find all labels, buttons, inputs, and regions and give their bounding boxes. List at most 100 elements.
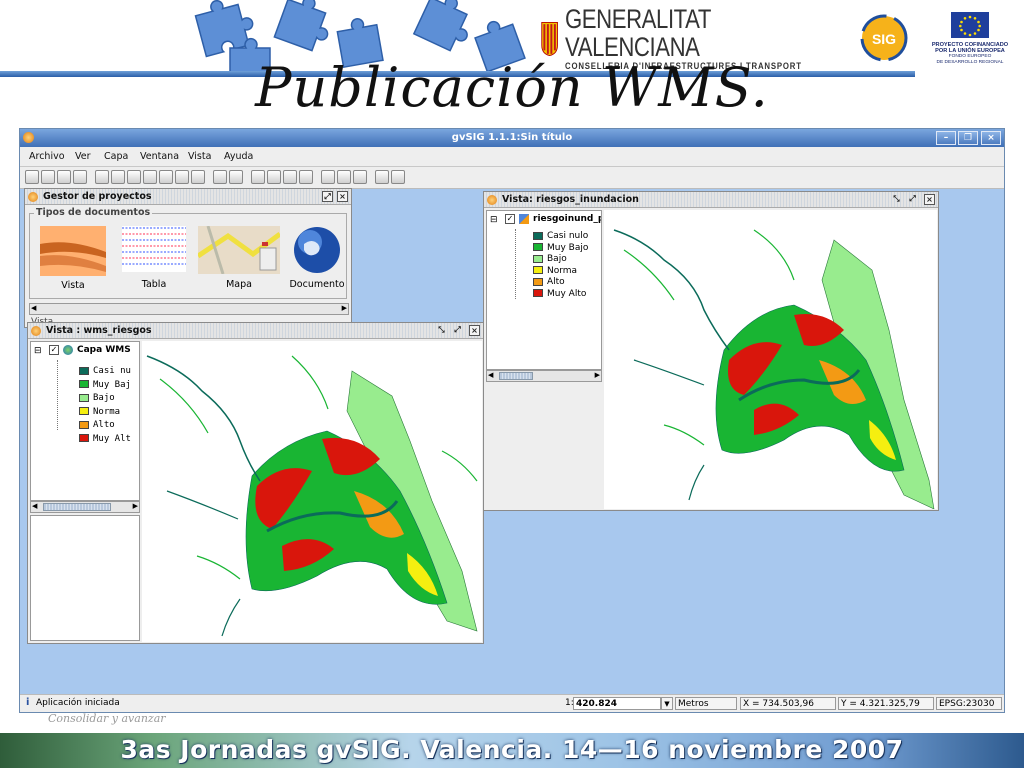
- view-icon: [487, 195, 497, 205]
- info-icon[interactable]: [251, 170, 265, 184]
- close-button[interactable]: ×: [924, 194, 935, 205]
- legend-item: Alto: [533, 277, 565, 288]
- menu-vista[interactable]: Vista: [188, 151, 211, 162]
- view-wms-toc: ⊟ ✓ Capa WMS Casi nu Muy Baj Bajo Norma Alto…: [30, 341, 140, 501]
- legend-swatch: [533, 243, 543, 251]
- close-button[interactable]: ×: [981, 131, 1001, 145]
- map-canvas-inund[interactable]: [604, 210, 937, 509]
- close-button[interactable]: ×: [337, 191, 348, 202]
- layer-name[interactable]: riesgoinund_p: [533, 214, 601, 224]
- new-icon[interactable]: [25, 170, 39, 184]
- app-titlebar[interactable]: gvSIG 1.1.1:Sin título – ❐ ×: [20, 129, 1004, 147]
- scroll-left-icon[interactable]: ◀: [31, 304, 36, 312]
- minimize-button[interactable]: –: [936, 131, 956, 145]
- polygon-icon[interactable]: [353, 170, 367, 184]
- info-icon: i: [26, 697, 30, 708]
- doc-type-label: Tabla: [141, 279, 167, 290]
- legend-label: Muy Alt: [93, 433, 131, 444]
- view-wms-titlebar[interactable]: Vista : wms_riesgos ⤡ ⤢ ×: [28, 323, 483, 339]
- map-canvas-wms[interactable]: [142, 341, 482, 642]
- scroll-right-icon[interactable]: ▶: [595, 371, 600, 379]
- legend-item: Muy Alt: [79, 434, 131, 445]
- menu-archivo[interactable]: Archivo: [29, 151, 65, 162]
- scroll-right-icon[interactable]: ▶: [342, 304, 347, 312]
- menu-ventana[interactable]: Ventana: [140, 151, 179, 162]
- generalitat-name: GENERALITAT VALENCIANA: [565, 4, 711, 62]
- layer-add-icon[interactable]: [73, 170, 87, 184]
- legend-item: Norma: [533, 266, 577, 277]
- doc-type-label: Vista: [61, 280, 85, 291]
- zoom-full-icon[interactable]: [159, 170, 173, 184]
- x-coordinate: X = 734.503,96: [740, 697, 836, 710]
- legend-item: Muy Baj: [79, 380, 131, 391]
- zoom-select-icon[interactable]: [175, 170, 189, 184]
- legend-swatch: [79, 420, 89, 429]
- menu-ayuda[interactable]: Ayuda: [224, 151, 253, 162]
- gvsig-logo-text: SIG: [872, 31, 896, 47]
- layers2-icon[interactable]: [229, 170, 243, 184]
- statusbar: i Aplicación iniciada 1: 420.824 ▼ Metro…: [20, 694, 1004, 712]
- toc-scrollbar[interactable]: ◀ ▶: [30, 501, 140, 513]
- doc-type-tabla[interactable]: Tabla: [122, 226, 186, 290]
- layers-icon[interactable]: [143, 170, 157, 184]
- eu-flag-icon: [951, 12, 989, 38]
- tools-icon[interactable]: [391, 170, 405, 184]
- walk-icon[interactable]: [299, 170, 313, 184]
- vista-icon: [40, 226, 106, 276]
- minimize-button[interactable]: ⤡: [891, 194, 902, 205]
- close-button[interactable]: ×: [469, 325, 480, 336]
- legend: Casi nu Muy Baj Bajo Norma Alto Muy Alt: [79, 366, 139, 450]
- menubar: Archivo Ver Capa Ventana Vista Ayuda: [20, 147, 1004, 167]
- maximize-button[interactable]: ❐: [958, 131, 978, 145]
- minimize-button[interactable]: ⤡: [436, 325, 447, 336]
- legend-item: Bajo: [533, 254, 567, 265]
- view-wms-locator: [30, 515, 140, 641]
- zoom-prev-icon[interactable]: [127, 170, 141, 184]
- expand-icon[interactable]: ⊟: [34, 346, 42, 356]
- legend-item: Muy Alto: [533, 289, 586, 300]
- eraser-icon[interactable]: [191, 170, 205, 184]
- toolbar: [20, 167, 1004, 189]
- view-wms-riesgos-window: Vista : wms_riesgos ⤡ ⤢ × ⊟ ✓ Capa WMS C…: [27, 322, 484, 644]
- doc-type-vista[interactable]: Vista: [40, 226, 106, 291]
- layer-visibility-checkbox[interactable]: ✓: [49, 345, 59, 355]
- maximize-button[interactable]: ⤢: [907, 194, 918, 205]
- gray-icon[interactable]: [337, 170, 351, 184]
- menu-capa[interactable]: Capa: [104, 151, 128, 162]
- gvsig-logo: SIG: [860, 14, 908, 62]
- open-icon[interactable]: [41, 170, 55, 184]
- legend-label: Alto: [93, 420, 115, 430]
- view-icon: [31, 326, 41, 336]
- grid-icon[interactable]: [375, 170, 389, 184]
- toc-scrollbar[interactable]: ◀ ▶: [486, 370, 602, 382]
- scroll-thumb[interactable]: [43, 503, 111, 511]
- scroll-left-icon[interactable]: ◀: [488, 371, 493, 379]
- scale-input[interactable]: 420.824: [573, 697, 661, 710]
- doc-type-mapa[interactable]: Mapa: [196, 225, 282, 290]
- legend-item: Muy Bajo: [533, 243, 588, 254]
- legend-label: Muy Bajo: [547, 242, 589, 253]
- layer-name[interactable]: Capa WMS: [77, 345, 131, 355]
- gvsig-app-window: gvSIG 1.1.1:Sin título – ❐ × Archivo Ver…: [19, 128, 1005, 713]
- view-inund-titlebar[interactable]: Vista: riesgos_inundacion ⤡ ⤢ ×: [484, 192, 938, 208]
- maximize-button[interactable]: ⤢: [452, 325, 463, 336]
- scroll-left-icon[interactable]: ◀: [32, 502, 37, 510]
- scroll-right-icon[interactable]: ▶: [133, 502, 138, 510]
- measure-icon[interactable]: [283, 170, 297, 184]
- pan-icon[interactable]: [213, 170, 227, 184]
- project-manager-scrollbar[interactable]: ◀ ▶: [29, 303, 349, 315]
- menu-ver[interactable]: Ver: [75, 151, 91, 162]
- doc-type-documento[interactable]: Documento: [289, 226, 345, 290]
- query-icon[interactable]: [267, 170, 281, 184]
- zoom-in-icon[interactable]: [95, 170, 109, 184]
- scale-dropdown-icon[interactable]: ▼: [661, 697, 673, 710]
- save-icon[interactable]: [57, 170, 71, 184]
- select-box-icon[interactable]: [321, 170, 335, 184]
- maximize-button[interactable]: ⤢: [322, 191, 333, 202]
- zoom-out-icon[interactable]: [111, 170, 125, 184]
- layer-visibility-checkbox[interactable]: ✓: [505, 214, 515, 224]
- project-manager-titlebar[interactable]: Gestor de proyectos ⤢ ×: [25, 189, 351, 205]
- expand-icon[interactable]: ⊟: [490, 215, 498, 225]
- vector-layer-icon: [519, 214, 529, 224]
- scroll-thumb[interactable]: [499, 372, 533, 380]
